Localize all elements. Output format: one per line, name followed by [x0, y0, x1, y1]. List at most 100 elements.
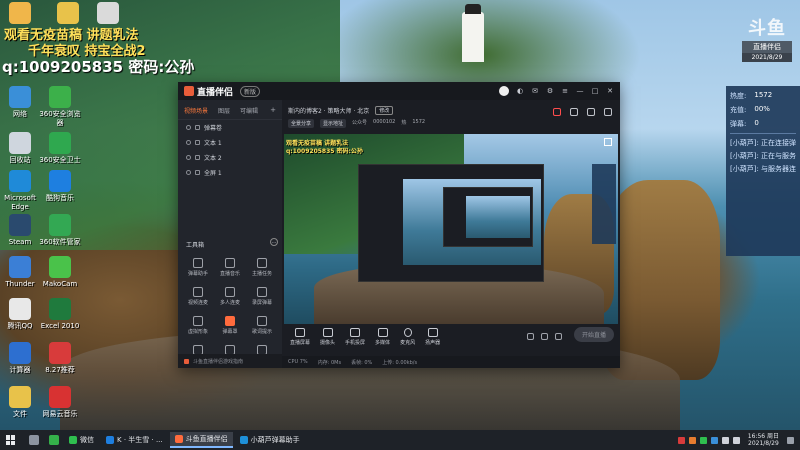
app-brand: 直播伴侣 新版: [184, 85, 261, 98]
lock-icon[interactable]: [195, 155, 200, 160]
ctrl-label: 麦克风: [400, 340, 416, 346]
skin-icon[interactable]: ◐: [516, 87, 524, 95]
mute-icon[interactable]: [541, 333, 548, 340]
desktop-icon-label: Excel 2010: [40, 322, 80, 330]
desktop-icon-label: 网易云音乐: [42, 410, 78, 418]
preview-text-line: 观看无疫苗稿 讲题乳法: [286, 140, 349, 147]
tool-item[interactable]: 弹幕助手: [182, 258, 214, 277]
multimedia-button[interactable]: 多媒体: [375, 328, 390, 346]
settings-icon[interactable]: ⚙: [546, 87, 554, 95]
tool-item[interactable]: 直播音乐: [214, 258, 246, 277]
pinned-app-icon[interactable]: [49, 435, 59, 445]
start-button[interactable]: [6, 435, 16, 445]
tray-app-icon[interactable]: [688, 436, 696, 444]
menu-icon[interactable]: ≡: [561, 87, 569, 95]
phone-cast-button[interactable]: 手机投屏: [345, 328, 365, 346]
share-icon[interactable]: [604, 108, 612, 116]
tool-item[interactable]: 歌词提示: [246, 316, 278, 335]
app-brand-name: 直播伴侣: [197, 87, 234, 98]
desktop-icon-browser-360[interactable]: 360安全浏览器: [36, 86, 84, 128]
desktop-icon-kugou[interactable]: 酷狗音乐: [36, 170, 84, 203]
tab-scenes[interactable]: 视频场景: [184, 106, 208, 115]
desktop-icon-file[interactable]: [84, 2, 132, 26]
account-label: 公众号: [352, 120, 368, 126]
tray-app-icon[interactable]: [699, 436, 707, 444]
tool-icon: [225, 287, 235, 297]
taskbar-app[interactable]: 微信: [64, 432, 99, 448]
tool-item[interactable]: 录屏弹幕: [246, 287, 278, 306]
microphone-button[interactable]: 麦克风: [400, 328, 415, 346]
visibility-icon[interactable]: [186, 125, 191, 130]
lock-icon[interactable]: [195, 140, 200, 145]
taskbar-app[interactable]: 斗鱼直播伴侣: [169, 432, 233, 448]
tool-icon: [193, 287, 203, 297]
log-line: [小葫芦]: 正在连接弹: [730, 139, 796, 147]
visibility-icon[interactable]: [186, 155, 191, 160]
lighthouse-image: [462, 4, 484, 62]
lock-icon[interactable]: [195, 125, 200, 130]
volume-tray-icon[interactable]: [732, 436, 740, 444]
notification-icon[interactable]: [787, 436, 794, 444]
config-icon[interactable]: [555, 333, 562, 340]
desktop-icon-shield-360[interactable]: 360安全卫士: [36, 132, 84, 165]
live-preview[interactable]: 观看无疫苗稿 讲题乳法 q:1009205835 密码:公孙: [284, 134, 618, 324]
link-icon[interactable]: [587, 108, 595, 116]
network-tray-icon[interactable]: [721, 436, 729, 444]
share-chip[interactable]: 全景分享: [288, 119, 315, 128]
fullscreen-icon[interactable]: [604, 138, 612, 146]
upload-status: 上传: 0.00kb/s: [382, 359, 418, 366]
user-avatar[interactable]: [499, 86, 509, 96]
scene-item[interactable]: 文本 1: [178, 135, 282, 150]
screen-capture-button[interactable]: 直播屏幕: [290, 328, 310, 346]
scene-item[interactable]: 全屏 1: [178, 165, 282, 180]
desktop-icon-makocam[interactable]: MakoCam: [36, 256, 84, 289]
tab-layers[interactable]: 图层: [218, 106, 230, 115]
window-controls: ◐ ✉ ⚙ ≡ — □ ✕: [499, 86, 614, 96]
add-scene-icon[interactable]: +: [270, 106, 276, 115]
address-chip[interactable]: 显示地址: [320, 119, 347, 128]
mail-icon[interactable]: ✉: [531, 87, 539, 95]
desktop-icon-recommend[interactable]: 8.27推荐: [36, 342, 84, 375]
taskbar-app[interactable]: 小葫芦弹幕助手: [235, 432, 305, 448]
tool-item[interactable]: 视频连麦: [182, 287, 214, 306]
speaker-button[interactable]: 扬声器: [425, 328, 440, 346]
record-icon[interactable]: [527, 333, 534, 340]
tool-label: 弹幕罩: [222, 329, 238, 335]
edit-room-button[interactable]: 修改: [375, 106, 394, 115]
tab-editable[interactable]: 可编辑: [240, 106, 258, 115]
desktop-icon-excel[interactable]: Excel 2010: [36, 298, 84, 331]
tool-item[interactable]: 弹幕罩: [214, 316, 246, 335]
camera-button[interactable]: 摄像头: [320, 328, 335, 346]
desktop-icon-doc[interactable]: [0, 2, 44, 26]
lock-icon[interactable]: [195, 170, 200, 175]
preview-chat-panel: [592, 164, 616, 244]
close-icon[interactable]: ✕: [606, 87, 614, 95]
scene-item[interactable]: 文本 2: [178, 150, 282, 165]
log-line: [小葫芦]: 正在与服务: [730, 152, 796, 160]
scene-item[interactable]: 弹幕卷: [178, 120, 282, 135]
desktop-icon-netease-music[interactable]: 网易云音乐: [36, 386, 84, 419]
visibility-icon[interactable]: [186, 140, 191, 145]
maximize-icon[interactable]: □: [591, 87, 599, 95]
toolbox-more-icon[interactable]: …: [270, 238, 278, 246]
start-live-button[interactable]: 开始直播: [573, 327, 614, 342]
tool-item[interactable]: 多人连麦: [214, 287, 246, 306]
taskbar-app-label: 微信: [80, 436, 94, 444]
gift-icon[interactable]: [553, 108, 561, 116]
version-badge[interactable]: 新版: [240, 85, 261, 97]
system-clock[interactable]: 16:56 周日 2021/8/29: [748, 433, 779, 447]
lock-room-icon[interactable]: [570, 108, 578, 116]
tray-app-icon[interactable]: [677, 436, 685, 444]
guide-link[interactable]: 斗鱼直播伴侣游戏指南: [178, 354, 282, 368]
qq-icon: [9, 298, 31, 320]
minimize-icon[interactable]: —: [576, 87, 584, 95]
tray-app-icon[interactable]: [710, 436, 718, 444]
task-view-icon[interactable]: [29, 435, 39, 445]
taskbar-app[interactable]: K · 半生雪 · ...: [101, 432, 168, 448]
desktop-icon-software-manager[interactable]: 360软件管家: [36, 214, 84, 247]
tool-item[interactable]: 主播任务: [246, 258, 278, 277]
room-toolbar: [553, 108, 612, 116]
tool-item[interactable]: 虚拟形象: [182, 316, 214, 335]
visibility-icon[interactable]: [186, 170, 191, 175]
gift-label: 充值:: [730, 106, 747, 114]
